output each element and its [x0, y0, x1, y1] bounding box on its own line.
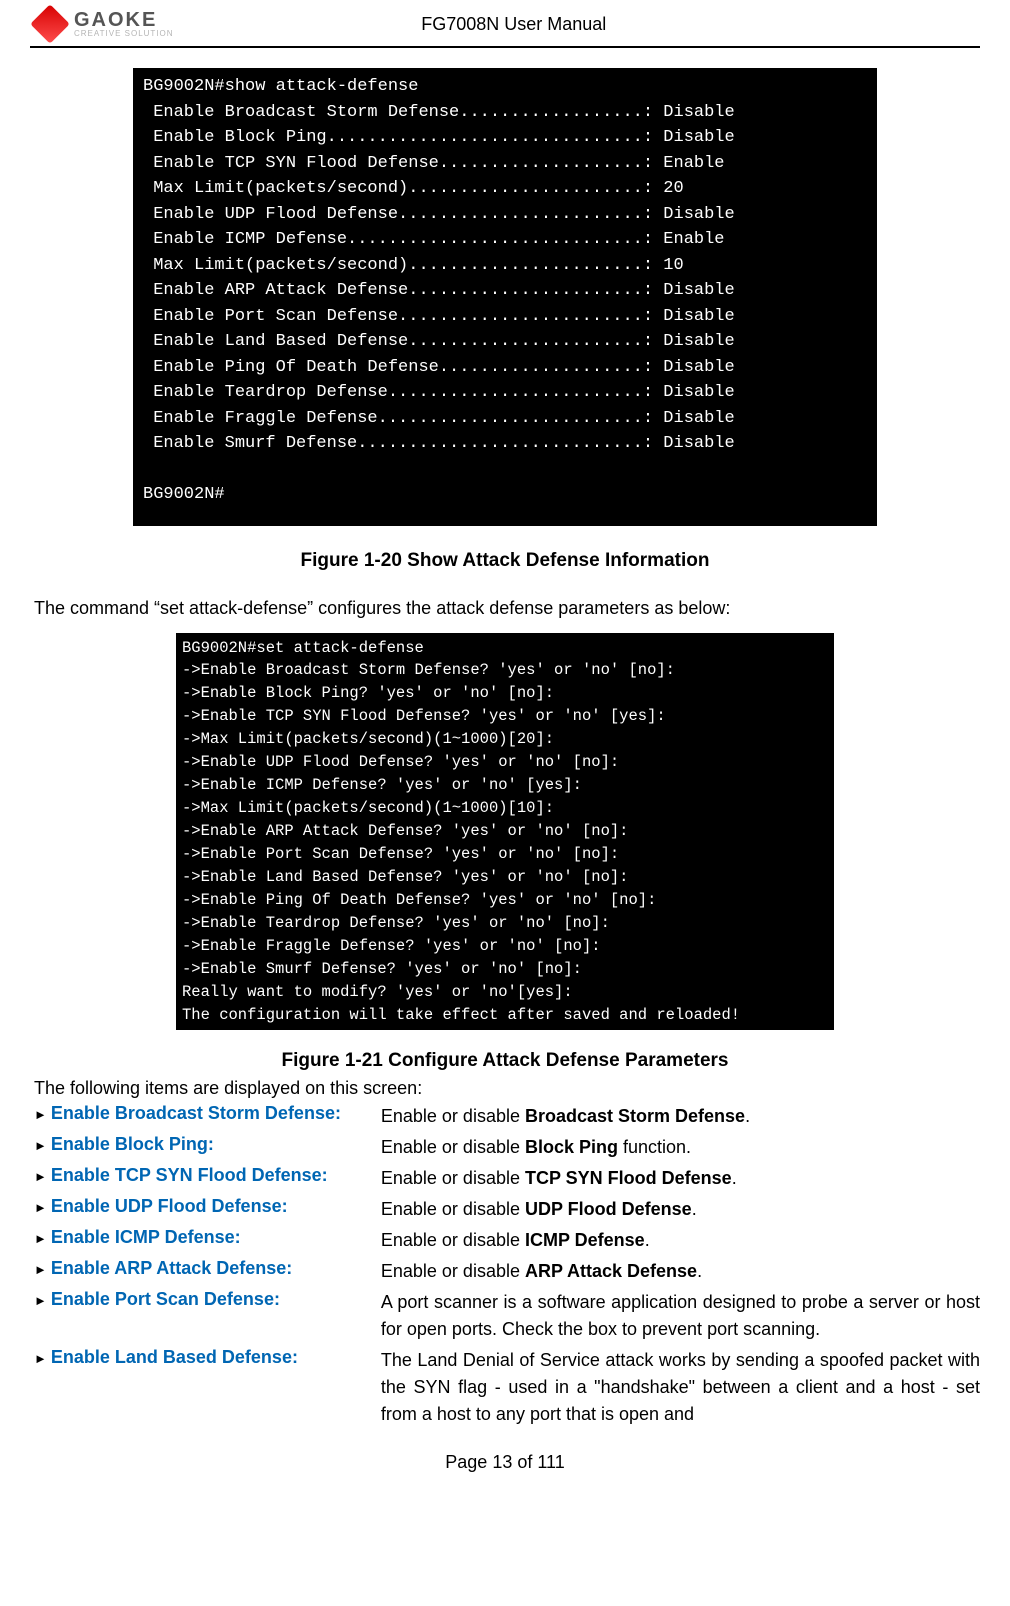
- param-row: ►Enable ICMP Defense:Enable or disable I…: [30, 1227, 980, 1254]
- param-desc: A port scanner is a software application…: [381, 1289, 980, 1343]
- param-desc: Enable or disable UDP Flood Defense.: [381, 1196, 980, 1223]
- param-desc-bold: Block Ping: [525, 1137, 618, 1157]
- param-desc-pre: Enable or disable: [381, 1199, 525, 1219]
- terminal-show-attack-defense: BG9002N#show attack-defense Enable Broad…: [133, 68, 877, 526]
- param-label: Enable Block Ping:: [51, 1134, 381, 1155]
- param-row: ►Enable Land Based Defense:The Land Deni…: [30, 1347, 980, 1428]
- param-row: ►Enable TCP SYN Flood Defense:Enable or …: [30, 1165, 980, 1192]
- param-desc-bold: UDP Flood Defense: [525, 1199, 692, 1219]
- param-desc-pre: Enable or disable: [381, 1168, 525, 1188]
- param-row: ►Enable ARP Attack Defense:Enable or dis…: [30, 1258, 980, 1285]
- param-label: Enable TCP SYN Flood Defense:: [51, 1165, 381, 1186]
- param-row: ►Enable Broadcast Storm Defense:Enable o…: [30, 1103, 980, 1130]
- intro-set-attack-defense: The command “set attack-defense” configu…: [30, 598, 980, 619]
- param-label: Enable ARP Attack Defense:: [51, 1258, 381, 1279]
- param-label: Enable UDP Flood Defense:: [51, 1196, 381, 1217]
- page-header: GAOKE CREATIVE SOLUTION FG7008N User Man…: [30, 10, 980, 38]
- logo-icon: [30, 4, 70, 44]
- doc-title: FG7008N User Manual: [54, 14, 974, 35]
- param-label: Enable Broadcast Storm Defense:: [51, 1103, 381, 1124]
- param-desc-pre: Enable or disable: [381, 1230, 525, 1250]
- param-row: ►Enable Block Ping:Enable or disable Blo…: [30, 1134, 980, 1161]
- parameter-list: ►Enable Broadcast Storm Defense:Enable o…: [30, 1103, 980, 1428]
- items-intro: The following items are displayed on thi…: [30, 1078, 980, 1099]
- param-row: ►Enable UDP Flood Defense:Enable or disa…: [30, 1196, 980, 1223]
- param-row: ►Enable Port Scan Defense:A port scanner…: [30, 1289, 980, 1343]
- param-desc-pre: Enable or disable: [381, 1261, 525, 1281]
- param-desc-bold: Broadcast Storm Defense: [525, 1106, 745, 1126]
- param-desc: The Land Denial of Service attack works …: [381, 1347, 980, 1428]
- param-desc-post: .: [745, 1106, 750, 1126]
- param-label: Enable Land Based Defense:: [51, 1347, 381, 1368]
- figure-1-21-caption: Figure 1-21 Configure Attack Defense Par…: [30, 1050, 980, 1072]
- figure-1-20-caption: Figure 1-20 Show Attack Defense Informat…: [30, 550, 980, 572]
- param-desc: Enable or disable ICMP Defense.: [381, 1227, 980, 1254]
- triangle-icon: ►: [34, 1165, 47, 1184]
- param-desc-post: .: [732, 1168, 737, 1188]
- page: GAOKE CREATIVE SOLUTION FG7008N User Man…: [0, 0, 1010, 1503]
- param-desc: Enable or disable ARP Attack Defense.: [381, 1258, 980, 1285]
- param-desc-pre: Enable or disable: [381, 1106, 525, 1126]
- triangle-icon: ►: [34, 1227, 47, 1246]
- param-label: Enable ICMP Defense:: [51, 1227, 381, 1248]
- param-desc-bold: ICMP Defense: [525, 1230, 645, 1250]
- param-desc: Enable or disable TCP SYN Flood Defense.: [381, 1165, 980, 1192]
- page-footer: Page 13 of 111: [30, 1452, 980, 1473]
- param-label: Enable Port Scan Defense:: [51, 1289, 381, 1310]
- header-rule: [30, 46, 980, 48]
- triangle-icon: ►: [34, 1347, 47, 1366]
- param-desc-pre: Enable or disable: [381, 1137, 525, 1157]
- triangle-icon: ►: [34, 1289, 47, 1308]
- param-desc-post: .: [645, 1230, 650, 1250]
- param-desc-bold: ARP Attack Defense: [525, 1261, 697, 1281]
- triangle-icon: ►: [34, 1134, 47, 1153]
- param-desc: Enable or disable Broadcast Storm Defens…: [381, 1103, 980, 1130]
- terminal-set-attack-defense: BG9002N#set attack-defense ->Enable Broa…: [176, 633, 834, 1031]
- triangle-icon: ►: [34, 1258, 47, 1277]
- param-desc-bold: TCP SYN Flood Defense: [525, 1168, 732, 1188]
- param-desc-post: function.: [618, 1137, 691, 1157]
- triangle-icon: ►: [34, 1103, 47, 1122]
- param-desc-post: .: [692, 1199, 697, 1219]
- param-desc-post: .: [697, 1261, 702, 1281]
- param-desc: Enable or disable Block Ping function.: [381, 1134, 980, 1161]
- triangle-icon: ►: [34, 1196, 47, 1215]
